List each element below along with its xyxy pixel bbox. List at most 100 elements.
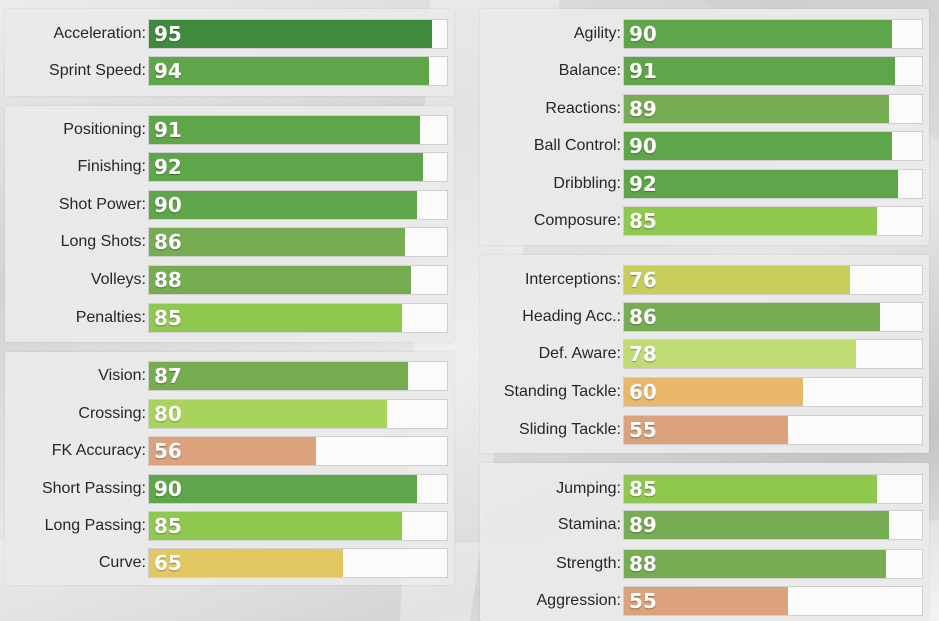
stat-label: Balance: [558, 62, 621, 79]
stat-bar-fill [624, 511, 890, 539]
stat-bar-fill [149, 20, 433, 48]
stat-bar-fill [624, 266, 851, 294]
stat-label: Acceleration: [53, 25, 147, 42]
stat-label: Short Passing: [41, 480, 146, 497]
stat-row: Short Passing: 90 [5, 474, 454, 504]
stat-label: Stamina: [557, 516, 621, 533]
panel-shooting: Positioning: 91 Finishing: 92 Shot Power… [5, 106, 454, 342]
stat-bar: 95 [148, 19, 448, 49]
stat-bar: 91 [148, 115, 448, 145]
stat-bar: 90 [623, 131, 923, 161]
stat-bar: 90 [623, 19, 923, 49]
stat-label: Crossing: [78, 405, 146, 422]
panel-passing: Vision: 87 Crossing: 80 FK Accuracy: 56 … [5, 352, 454, 585]
stat-row: Strength: 88 [480, 549, 929, 579]
stat-row: Composure: 85 [480, 206, 929, 236]
stat-bar-fill [149, 362, 409, 390]
stat-bar: 94 [148, 56, 448, 86]
stat-bar-fill [149, 512, 403, 540]
stat-value: 56 [154, 439, 182, 463]
stat-value: 55 [629, 589, 657, 613]
stat-bar: 92 [623, 169, 923, 199]
stat-value: 90 [154, 477, 182, 501]
stat-label: Penalties: [75, 309, 146, 326]
stat-bar: 86 [623, 302, 923, 332]
stat-bar: 92 [148, 152, 448, 182]
stat-row: Volleys: 88 [5, 265, 454, 295]
stat-value: 88 [154, 268, 182, 292]
stat-label: Sliding Tackle: [519, 421, 621, 438]
stat-value: 88 [629, 552, 657, 576]
stat-row: Def. Aware: 78 [480, 339, 929, 369]
stat-value: 92 [629, 172, 657, 196]
stat-value: 90 [154, 193, 182, 217]
stat-value: 95 [154, 22, 182, 46]
stat-bar: 85 [148, 303, 448, 333]
stat-value: 60 [629, 380, 657, 404]
stat-label: Ball Control: [533, 137, 621, 154]
stat-row: Long Shots: 86 [5, 227, 454, 257]
stat-bar-fill [624, 207, 878, 235]
panel-dribbling: Agility: 90 Balance: 91 Reactions: 89 Ba… [480, 9, 929, 245]
stat-label: Def. Aware: [538, 345, 621, 362]
stat-row: Sliding Tackle: 55 [480, 415, 929, 445]
stat-value: 94 [154, 59, 182, 83]
stat-row: Shot Power: 90 [5, 190, 454, 220]
stat-row: Standing Tackle: 60 [480, 377, 929, 407]
stat-row: Balance: 91 [480, 56, 929, 86]
stat-label: Aggression: [536, 592, 622, 609]
stat-row: Long Passing: 85 [5, 511, 454, 541]
stat-label: Heading Acc.: [522, 308, 621, 325]
stat-row: Stamina: 89 [480, 510, 929, 540]
stat-row: Acceleration: 95 [5, 19, 454, 49]
stat-bar: 56 [148, 436, 448, 466]
stat-row: Aggression: 55 [480, 586, 929, 616]
stat-label: Sprint Speed: [49, 62, 146, 79]
stat-bar: 65 [148, 548, 448, 578]
stat-value: 89 [629, 513, 657, 537]
stat-label: Long Passing: [44, 517, 146, 534]
stat-row: Heading Acc.: 86 [480, 302, 929, 332]
stat-value: 85 [629, 477, 657, 501]
stat-row: Reactions: 89 [480, 94, 929, 124]
stat-label: Long Shots: [60, 233, 146, 250]
stat-row: Sprint Speed: 94 [5, 56, 454, 86]
stat-bar-fill [624, 95, 890, 123]
stat-bar: 78 [623, 339, 923, 369]
stat-row: Penalties: 85 [5, 303, 454, 333]
panel-physical: Jumping: 85 Stamina: 89 Strength: 88 Agg… [480, 463, 929, 621]
stat-value: 86 [629, 305, 657, 329]
stat-label: Positioning: [63, 121, 146, 138]
stat-bar-fill [624, 20, 893, 48]
stat-bar: 55 [623, 586, 923, 616]
stat-bar: 60 [623, 377, 923, 407]
stat-label: Shot Power: [58, 196, 146, 213]
stat-label: Standing Tackle: [503, 383, 621, 400]
stat-bar: 87 [148, 361, 448, 391]
panel-pace: Acceleration: 95 Sprint Speed: 94 [5, 9, 454, 96]
stat-value: 65 [154, 551, 182, 575]
stat-bar-fill [149, 153, 424, 181]
stat-value: 90 [629, 22, 657, 46]
stat-value: 91 [629, 59, 657, 83]
stat-value: 90 [629, 134, 657, 158]
stat-bar: 76 [623, 265, 923, 295]
stat-bar: 90 [148, 474, 448, 504]
stat-row: Agility: 90 [480, 19, 929, 49]
stat-value: 78 [629, 342, 657, 366]
stat-value: 92 [154, 155, 182, 179]
stat-bar: 85 [623, 474, 923, 504]
stat-value: 89 [629, 97, 657, 121]
stat-value: 55 [629, 418, 657, 442]
stat-row: Ball Control: 90 [480, 131, 929, 161]
stat-label: Dribbling: [553, 175, 621, 192]
stat-bar-fill [149, 57, 430, 85]
stat-bar-fill [149, 475, 418, 503]
stat-bar-fill [149, 266, 412, 294]
stat-bar-fill [149, 304, 403, 332]
stat-value: 91 [154, 118, 182, 142]
stat-label: Reactions: [545, 100, 621, 117]
stat-value: 85 [154, 514, 182, 538]
stat-bar: 88 [623, 549, 923, 579]
stat-bar-fill [624, 340, 857, 368]
